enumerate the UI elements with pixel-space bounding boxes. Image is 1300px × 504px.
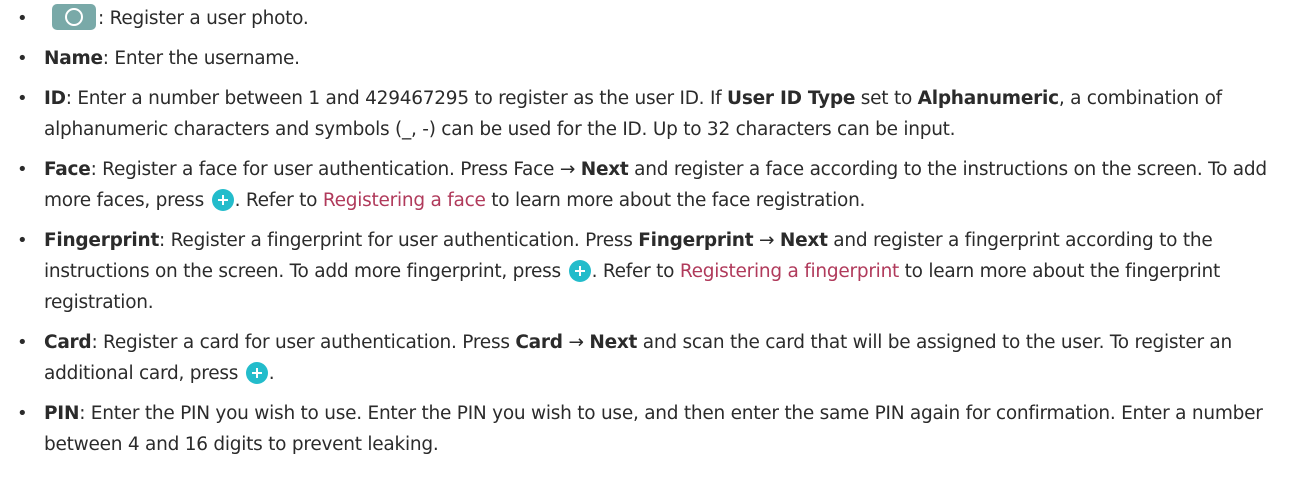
term-user-id-type: User ID Type (727, 88, 856, 109)
list-item-id: • ID: Enter a number between 1 and 42946… (0, 83, 1300, 145)
list-item-fingerprint: • Fingerprint: Register a fingerprint fo… (0, 225, 1300, 318)
plus-icon (568, 260, 591, 282)
term-fingerprint-step: Fingerprint (638, 230, 754, 251)
term-pin: PIN (44, 403, 80, 424)
face-text-4: to learn more about the face registratio… (485, 190, 866, 211)
bullet: • (17, 8, 28, 29)
list-item-name: • Name: Enter the username. (0, 43, 1300, 74)
term-next: Next (779, 230, 828, 251)
list-item-pin: • PIN: Enter the PIN you wish to use. En… (0, 398, 1300, 460)
term-id: ID (44, 88, 66, 109)
term-card-step: Card (515, 332, 563, 353)
fingerprint-text-1: : Register a fingerprint for user authen… (159, 230, 639, 251)
arrow: → (559, 159, 576, 180)
term-next: Next (589, 332, 638, 353)
plus-icon (245, 362, 268, 384)
arrow: → (758, 230, 775, 251)
fingerprint-text-3: . Refer to (591, 261, 680, 282)
list-item-face: • Face: Register a face for user authent… (0, 154, 1300, 216)
bullet: • (17, 332, 28, 353)
list-item-photo: • : Register a user photo. (0, 3, 1300, 34)
term-fingerprint: Fingerprint (44, 230, 160, 251)
plus-icon (211, 189, 234, 211)
registering-face-link[interactable]: Registering a face (323, 190, 486, 211)
term-alphanumeric: Alphanumeric (917, 88, 1059, 109)
field-description-list: • : Register a user photo. • Name: Enter… (0, 3, 1300, 460)
list-item-card: • Card: Register a card for user authent… (0, 327, 1300, 389)
bullet: • (17, 48, 28, 69)
term-card: Card (44, 332, 92, 353)
id-text-1: : Enter a number between 1 and 429467295… (65, 88, 728, 109)
bullet: • (17, 403, 28, 424)
face-text-3: . Refer to (234, 190, 323, 211)
bullet: • (17, 230, 28, 251)
arrow: → (568, 332, 584, 353)
face-text-1: : Register a face for user authenticatio… (90, 159, 560, 180)
registering-fingerprint-link[interactable]: Registering a fingerprint (680, 261, 899, 282)
term-face: Face (44, 159, 91, 180)
photo-description: : Register a user photo. (98, 8, 309, 29)
pin-description: : Enter the PIN you wish to use. Enter t… (44, 403, 1263, 455)
id-text-2: set to (855, 88, 918, 109)
camera-icon (52, 4, 96, 30)
term-name: Name (44, 48, 103, 69)
bullet: • (17, 88, 28, 109)
card-text-3: . (268, 363, 275, 384)
name-description: : Enter the username. (102, 48, 300, 69)
bullet: • (17, 159, 28, 180)
card-text-1: : Register a card for user authenticatio… (91, 332, 516, 353)
term-next: Next (580, 159, 629, 180)
